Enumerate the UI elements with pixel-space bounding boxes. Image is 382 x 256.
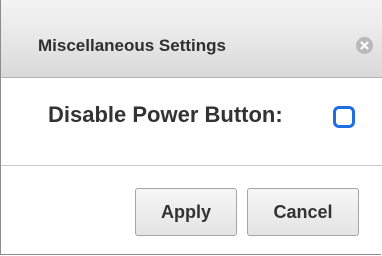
disable-power-button-checkbox[interactable] [333,106,355,128]
close-icon[interactable] [356,37,373,54]
dialog-titlebar: Miscellaneous Settings [1,0,382,78]
cancel-button[interactable]: Cancel [247,188,359,236]
apply-button[interactable]: Apply [135,188,237,236]
disable-power-button-label: Disable Power Button: [48,102,283,127]
dialog-title: Miscellaneous Settings [38,36,226,55]
divider [1,165,382,166]
misc-settings-dialog: Miscellaneous Settings Disable Power But… [0,0,382,255]
disable-power-button-row: Disable Power Button: [1,98,382,136]
